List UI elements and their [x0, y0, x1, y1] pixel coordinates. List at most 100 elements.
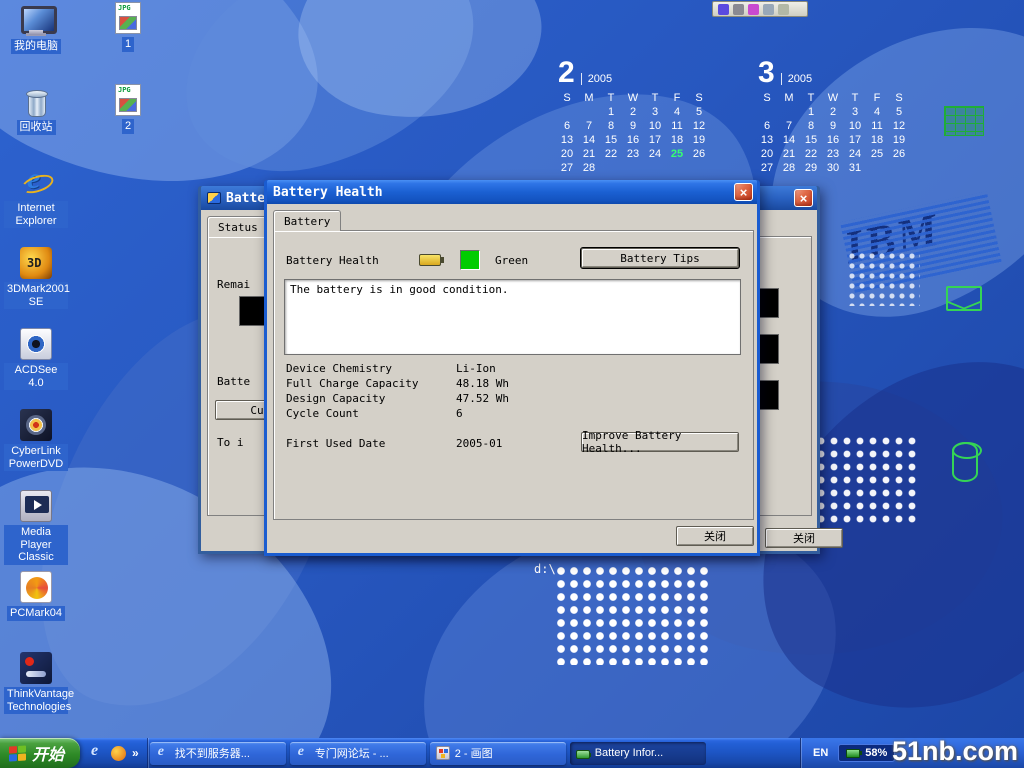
- calendar-day-header: S: [888, 92, 910, 105]
- calendar-date: [666, 162, 688, 175]
- jpg-file-icon: JPG: [115, 2, 141, 34]
- taskbar-button-label: Battery Infor...: [595, 747, 663, 759]
- improve-battery-health-button[interactable]: Improve Battery Health...: [581, 432, 739, 452]
- taskbar-button-label: 找不到服务器...: [175, 745, 250, 761]
- keyboard-icon[interactable]: [763, 4, 774, 15]
- calendar-date: 12: [688, 120, 710, 133]
- info-field-row: Device ChemistryLi-Ion: [274, 362, 753, 377]
- desktop-icon-powerdvd[interactable]: CyberLink PowerDVD: [4, 409, 68, 471]
- my-computer-icon: [20, 4, 52, 36]
- close-button[interactable]: 关闭: [676, 526, 754, 546]
- calendar-date: 31: [844, 162, 866, 175]
- media-player-icon[interactable]: [111, 746, 126, 761]
- calendar-date: [778, 106, 800, 119]
- recycle-bin-icon: [20, 85, 52, 117]
- 3dmark2001-icon: [20, 247, 52, 279]
- taskbar-button-paint[interactable]: 2 - 画图: [430, 742, 566, 765]
- calendar-day-header: T: [844, 92, 866, 105]
- calendar-day-header: S: [756, 92, 778, 105]
- condition-textbox[interactable]: The battery is in good condition.: [284, 279, 741, 355]
- calendar-date: 11: [666, 120, 688, 133]
- calendar-date: 6: [556, 120, 578, 133]
- file-icon-label: 1: [122, 37, 134, 52]
- field-label: Device Chemistry: [286, 362, 392, 375]
- powerdvd-icon: [20, 409, 52, 441]
- notes-icon[interactable]: [778, 4, 789, 15]
- language-indicator[interactable]: EN: [813, 747, 828, 759]
- file-icon-1[interactable]: JPG 1: [96, 2, 160, 52]
- battery-icon: [419, 254, 441, 266]
- desktop-icon-pcmark04[interactable]: PCMark04: [4, 571, 68, 621]
- battery-health-dialog[interactable]: Battery Health × Battery Battery Health …: [264, 180, 760, 556]
- calendar-date: 10: [644, 120, 666, 133]
- calendar-date: 9: [622, 120, 644, 133]
- acdsee-icon: [20, 328, 52, 360]
- display-icon[interactable]: [748, 4, 759, 15]
- dialog-titlebar[interactable]: Battery Health ×: [267, 180, 757, 204]
- close-button[interactable]: 关闭: [765, 528, 843, 548]
- desktop-icon-label: 我的电脑: [11, 39, 61, 54]
- battery-tips-button[interactable]: Battery Tips: [581, 248, 739, 268]
- calendar-date: 1: [800, 106, 822, 119]
- calendar-date: 8: [800, 120, 822, 133]
- volume-icon[interactable]: [718, 4, 729, 15]
- calendar-date: 15: [600, 134, 622, 147]
- spreadsheet-grid-icon: [944, 106, 984, 136]
- pcmark04-icon: [20, 571, 52, 603]
- desktop-icon-recycle-bin[interactable]: 回收站: [4, 85, 68, 135]
- calendar-date: 4: [666, 106, 688, 119]
- quick-launch: »: [80, 738, 148, 768]
- calendar-date: 24: [844, 148, 866, 161]
- start-button[interactable]: 开始: [0, 738, 80, 768]
- battery-health-status-swatch: [460, 250, 480, 270]
- window-title: Batte: [226, 191, 265, 206]
- tab-battery[interactable]: Battery: [273, 210, 341, 231]
- field-value: 6: [456, 407, 463, 420]
- calendar-date: 19: [688, 134, 710, 147]
- calendar-date: 5: [688, 106, 710, 119]
- calendar-date: 5: [888, 106, 910, 119]
- internet-explorer-icon[interactable]: [88, 745, 105, 762]
- calendar-day-header: T: [800, 92, 822, 105]
- dot-pattern: [556, 566, 709, 665]
- desktop-icon-mpc[interactable]: Media Player Classic: [4, 490, 68, 565]
- first-used-value: 2005-01: [456, 437, 502, 450]
- calendar-date: 13: [556, 134, 578, 147]
- field-label: Design Capacity: [286, 392, 385, 405]
- battery-indicator[interactable]: 58%: [838, 744, 895, 762]
- task-button-area: 找不到服务器... 专门网论坛 - ... 2 - 画图 Battery Infor.…: [148, 738, 708, 768]
- envelope-icon: [946, 286, 982, 311]
- wallpaper-calendar-march: 32005SMTWTFS1234567891011121314151617181…: [756, 54, 916, 175]
- taskbar-button-ie[interactable]: 找不到服务器...: [150, 742, 286, 765]
- calendar-date: [888, 162, 910, 175]
- tab-status[interactable]: Status: [207, 216, 269, 237]
- jpg-file-icon: JPG: [115, 84, 141, 116]
- desktop-icon-3dmark2001[interactable]: 3DMark2001 SE: [4, 247, 68, 309]
- desktop-icon-thinkvantage[interactable]: ThinkVantage Technologies: [4, 652, 68, 714]
- taskbar-button-ie[interactable]: 专门网论坛 - ...: [290, 742, 426, 765]
- calendar-year: 2005: [781, 73, 812, 85]
- calendar-date: 22: [800, 148, 822, 161]
- desktop-icon-acdsee[interactable]: ACDSee 4.0: [4, 328, 68, 390]
- ie-icon: [156, 746, 170, 760]
- calendar-date: 28: [778, 162, 800, 175]
- file-icon-2[interactable]: JPG2: [96, 84, 160, 134]
- calendar-date: 14: [578, 134, 600, 147]
- close-icon[interactable]: ×: [794, 189, 813, 207]
- close-icon[interactable]: ×: [734, 183, 753, 201]
- jpg-badge: JPG: [118, 86, 131, 94]
- quick-launch-overflow-chevron[interactable]: »: [132, 746, 139, 760]
- calendar-date: 27: [756, 162, 778, 175]
- battery-icon: [576, 750, 590, 759]
- mute-icon[interactable]: [733, 4, 744, 15]
- calendar-date: 18: [666, 134, 688, 147]
- desktop-icon-internet-explorer[interactable]: Internet Explorer: [4, 166, 68, 228]
- taskbar-button-label: 2 - 画图: [455, 745, 493, 761]
- taskbar-button-battery[interactable]: Battery Infor...: [570, 742, 706, 765]
- calendar-date: 10: [844, 120, 866, 133]
- calendar-date: [600, 162, 622, 175]
- osd-toolbar: [712, 1, 808, 17]
- calendar-date: [556, 106, 578, 119]
- desktop-icon-label: ACDSee 4.0: [4, 363, 68, 390]
- desktop-icon-my-computer[interactable]: 我的电脑: [4, 4, 68, 54]
